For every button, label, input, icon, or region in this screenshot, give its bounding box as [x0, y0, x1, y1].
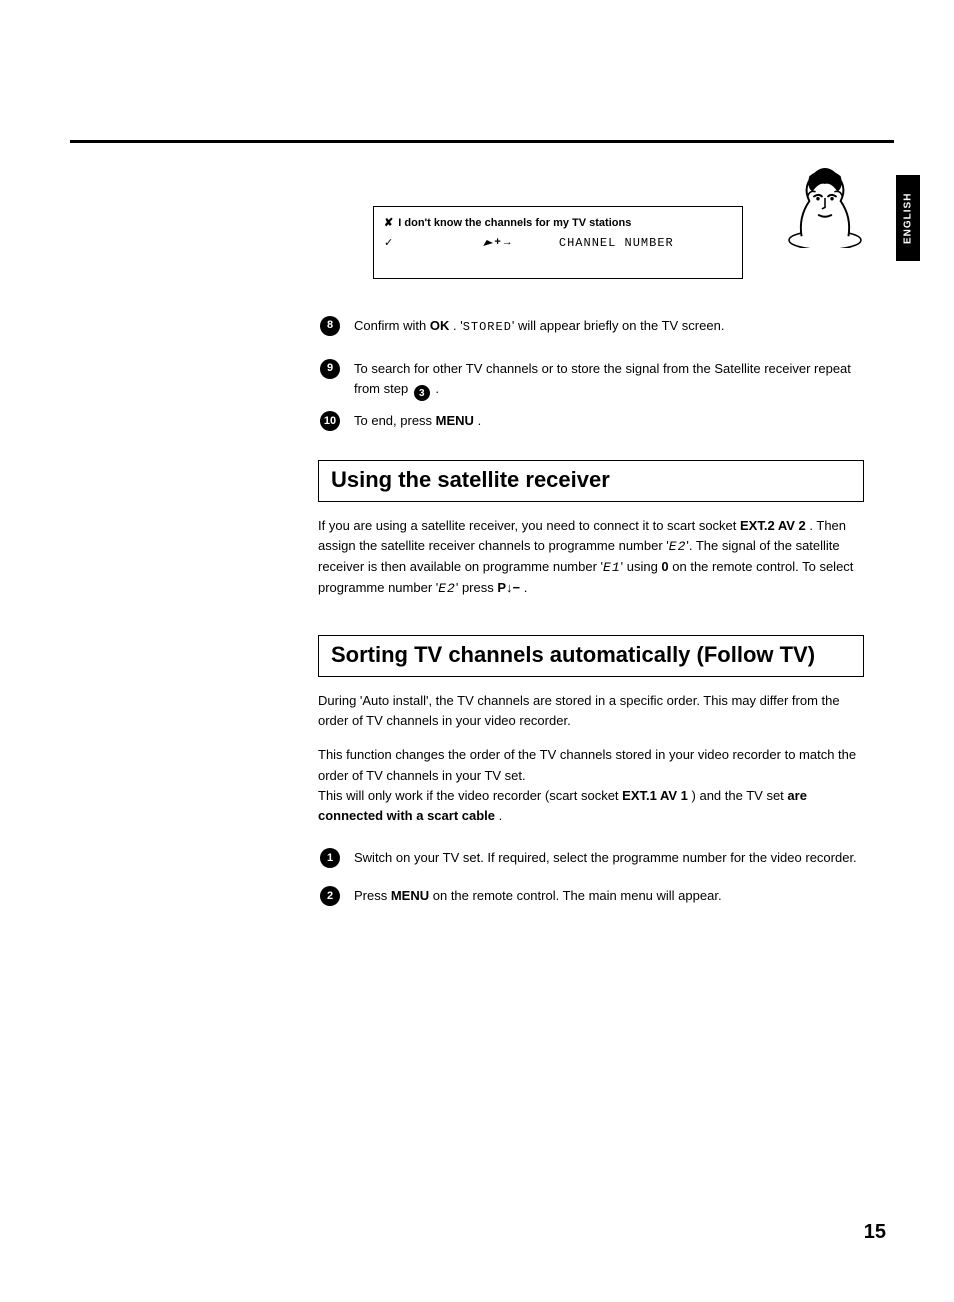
- p-down-key: P↓−: [497, 580, 520, 595]
- step-b1: 1 Switch on your TV set. If required, se…: [318, 848, 864, 868]
- inline-step-ref: 3: [414, 385, 430, 401]
- section-heading-box: Sorting TV channels automatically (Follo…: [318, 635, 864, 677]
- step-8: 8 Confirm with OK . 'STORED' will appear…: [318, 316, 864, 337]
- steps-group-a: 8 Confirm with OK . 'STORED' will appear…: [318, 316, 864, 432]
- step-10: 10 To end, press MENU .: [318, 411, 864, 431]
- step-number-badge: 1: [320, 848, 340, 868]
- info-box: ✘ I don't know the channels for my TV st…: [373, 206, 743, 279]
- para-text: This will only work if the video recorde…: [318, 788, 622, 803]
- steps-group-b: 1 Switch on your TV set. If required, se…: [318, 848, 864, 906]
- menu-label: MENU: [391, 888, 429, 903]
- manual-page: ENGLISH ✘ I don't know the channels for …: [0, 0, 954, 1302]
- check-icon: ✓: [384, 237, 393, 249]
- step-number-badge: 10: [320, 411, 340, 431]
- para-text: ) and the TV set: [692, 788, 788, 803]
- section-title: Using the satellite receiver: [331, 467, 851, 493]
- step-text: Switch on your TV set. If required, sele…: [354, 850, 857, 865]
- para-text: This function changes the order of the T…: [318, 747, 856, 782]
- step-number-badge: 9: [320, 359, 340, 379]
- ext2-label: EXT.2 AV 2: [740, 518, 806, 533]
- content-column: ✘ I don't know the channels for my TV st…: [318, 168, 864, 906]
- language-tab: ENGLISH: [896, 175, 920, 261]
- info-box-title: I don't know the channels for my TV stat…: [398, 217, 631, 229]
- e2-seg: E2: [669, 539, 687, 554]
- para-text: ' using: [621, 559, 662, 574]
- channel-number-label: CHANNEL NUMBER: [559, 236, 674, 250]
- section-heading-box: Using the satellite receiver: [318, 460, 864, 502]
- zero-key: 0: [661, 559, 668, 574]
- para-text: .: [499, 808, 503, 823]
- menu-label: MENU: [436, 413, 474, 428]
- step-text: ' will appear briefly on the TV screen.: [512, 318, 725, 333]
- step-text: .: [435, 381, 439, 396]
- step-number-badge: 2: [320, 886, 340, 906]
- cross-icon: ✘: [384, 217, 393, 229]
- step-number-badge: 8: [320, 316, 340, 336]
- step-text: Press: [354, 888, 391, 903]
- stored-label: STORED: [463, 320, 512, 334]
- section2-intro: During 'Auto install', the TV channels a…: [318, 691, 864, 731]
- para-text: If you are using a satellite receiver, y…: [318, 518, 740, 533]
- step-text: on the remote control. The main menu wil…: [433, 888, 722, 903]
- top-rule: [70, 140, 894, 143]
- para-text: ' press: [456, 580, 498, 595]
- step-b2: 2 Press MENU on the remote control. The …: [318, 886, 864, 906]
- page-number: 15: [864, 1221, 886, 1244]
- e2b-seg: E2: [438, 581, 456, 596]
- section-title: Sorting TV channels automatically (Follo…: [331, 642, 851, 668]
- section1-para: If you are using a satellite receiver, y…: [318, 516, 864, 600]
- info-row: ✘ I don't know the channels for my TV st…: [318, 168, 864, 298]
- step-text: . ': [453, 318, 463, 333]
- ok-label: OK: [430, 318, 450, 333]
- step-text: Confirm with: [354, 318, 430, 333]
- e1-seg: E1: [603, 560, 621, 575]
- person-illustration: [784, 162, 866, 248]
- step-text: To end, press: [354, 413, 436, 428]
- step-text: .: [478, 413, 482, 428]
- ext1-label: EXT.1 AV 1: [622, 788, 688, 803]
- section2-para2: This function changes the order of the T…: [318, 745, 864, 826]
- para-text: .: [520, 580, 527, 595]
- step-9: 9 To search for other TV channels or to …: [318, 359, 864, 402]
- arrow-plus-right-icon: +→: [485, 234, 512, 251]
